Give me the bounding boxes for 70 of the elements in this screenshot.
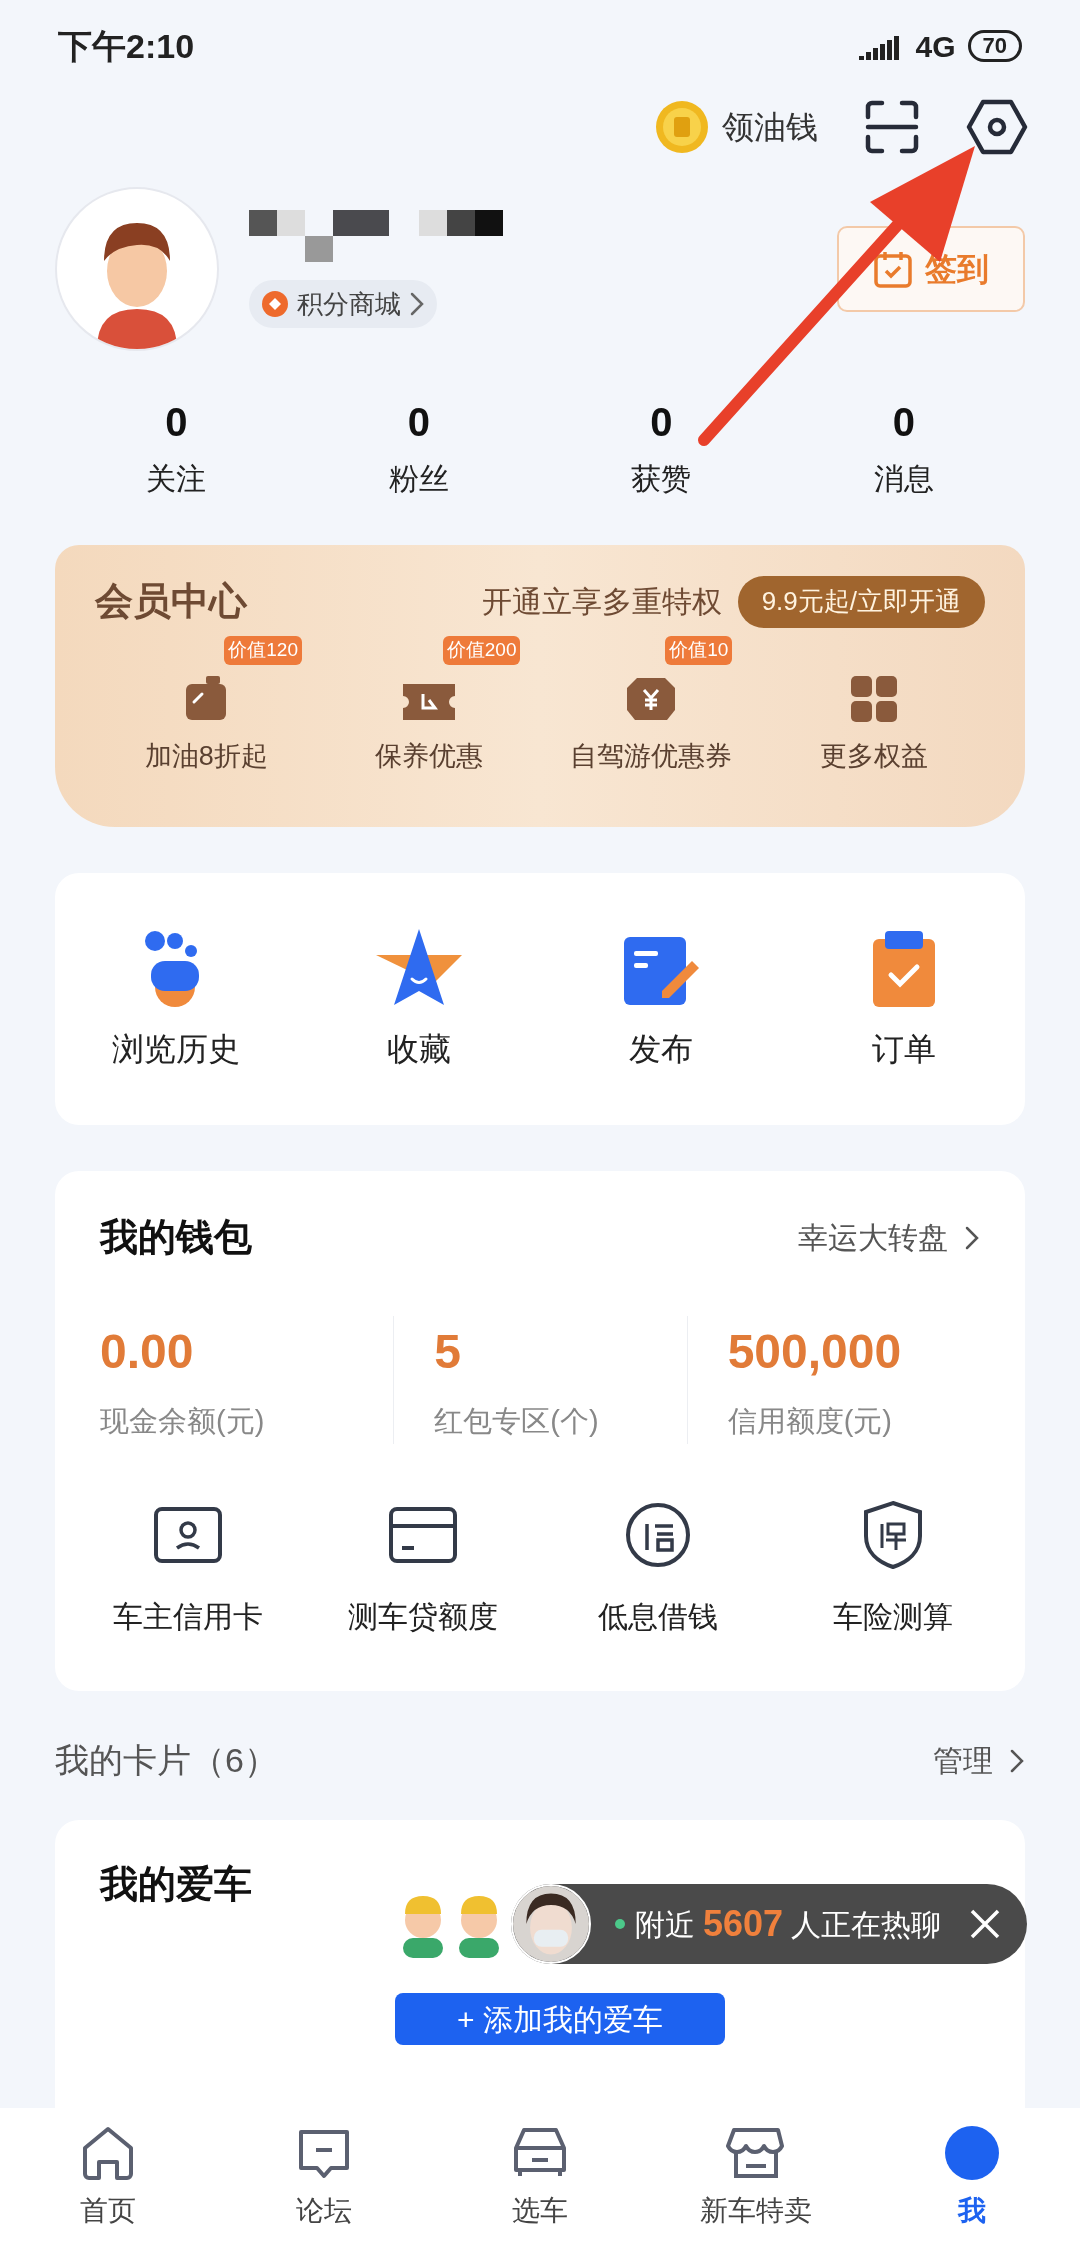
chevron-icon: [409, 291, 425, 317]
nav-tab[interactable]: 选车: [432, 2124, 648, 2232]
manage-link[interactable]: 管理: [933, 1738, 993, 1783]
profile-icon: [943, 2124, 1001, 2182]
nav-tab[interactable]: 新车特卖: [648, 2124, 864, 2232]
chevron-icon: [1009, 1747, 1025, 1774]
coin-icon: [654, 99, 710, 155]
credit-card-icon: [387, 1505, 458, 1564]
stat-label[interactable]: 获赞: [631, 456, 692, 501]
stat-label[interactable]: 消息: [873, 456, 934, 501]
service-label[interactable]: 车险测算: [832, 1593, 953, 1639]
perk-label[interactable]: 自驾游优惠券: [570, 736, 733, 777]
wallet-figure: 5: [434, 1324, 463, 1380]
close-icon[interactable]: [969, 1908, 1002, 1940]
nav-tab[interactable]: 我: [864, 2124, 1080, 2232]
id-card-icon: [152, 1505, 223, 1564]
nav-tab[interactable]: 论坛: [216, 2124, 432, 2232]
lucky-wheel-link[interactable]: 幸运大转盘: [798, 1215, 948, 1260]
ticker-suffix: 人正在热聊: [791, 1906, 942, 1943]
chevron-icon: [964, 1224, 980, 1251]
value-tag: 价值200: [442, 636, 521, 665]
stat-value: 0: [407, 399, 430, 446]
perk-label[interactable]: 保养优惠: [374, 736, 483, 777]
points-mall-pill[interactable]: 积分商城: [249, 280, 437, 328]
status-time: 下午2:10: [58, 25, 195, 67]
shortcut-label[interactable]: 收藏: [386, 1025, 451, 1073]
shortcut-label[interactable]: 发布: [629, 1025, 694, 1073]
ticker-count: 5607: [703, 1902, 784, 1946]
perk-label[interactable]: 加油8折起: [144, 736, 268, 777]
wallet-figure: 500,000: [727, 1324, 903, 1380]
my-car-title: 我的爱车: [100, 1863, 252, 1905]
shield-icon: [861, 1499, 924, 1570]
network-type: 4G: [915, 28, 956, 65]
value-tag: 价值120: [224, 636, 302, 665]
vip-title: 会员中心: [95, 579, 247, 624]
shortcut-label[interactable]: 浏览历史: [112, 1025, 241, 1073]
wallet-figure-label[interactable]: 信用额度(元): [727, 1400, 980, 1444]
points-mall-label: 积分商城: [297, 287, 401, 321]
wallet-figure-label[interactable]: 红包专区(个): [434, 1400, 687, 1444]
stat-label[interactable]: 关注: [146, 456, 207, 501]
stat-value: 0: [650, 399, 673, 446]
add-car-button[interactable]: + 添加我的爱车: [395, 1993, 725, 2045]
ticker-prefix: 附近: [635, 1906, 695, 1943]
coin-circle-icon: [624, 1501, 691, 1568]
service-label[interactable]: 测车贷额度: [347, 1593, 498, 1639]
stat-label[interactable]: 粉丝: [388, 456, 449, 501]
calendar-check-icon: [873, 249, 913, 289]
grid-icon: [848, 674, 899, 724]
vip-open-button[interactable]: 9.9元起/立即开通: [737, 575, 985, 628]
stat-value: 0: [165, 399, 188, 446]
wallet-figure: 0.00: [100, 1324, 195, 1380]
nav-tab[interactable]: 首页: [0, 2124, 216, 2232]
scan-icon[interactable]: [864, 99, 920, 155]
clipboard-check-icon: [870, 929, 937, 1009]
shortcut-label[interactable]: 订单: [871, 1025, 936, 1073]
wallet-figure-label[interactable]: 现金余额(元): [100, 1400, 394, 1444]
value-tag: 价值10: [665, 636, 733, 665]
battery-indicator: 70: [967, 30, 1022, 62]
diamond-coin-icon: [261, 290, 289, 318]
service-label[interactable]: 车主信用卡: [112, 1593, 263, 1639]
vip-card[interactable]: 会员中心 开通立享多重特权 9.9元起/立即开通 价值120 加油8折起 价值200 保养优惠 价值10 自驾游优惠券 更多权益: [55, 545, 1025, 827]
vip-slogan: 开通立享多重特权: [481, 584, 722, 620]
perk-label[interactable]: 更多权益: [819, 736, 928, 777]
chat-ticker[interactable]: 附近 5607 人正在热聊: [511, 1884, 1028, 1964]
cards-title: 我的卡片（6）: [55, 1740, 278, 1781]
service-label[interactable]: 低息借钱: [597, 1593, 718, 1639]
settings-icon[interactable]: [966, 99, 1028, 155]
wallet-title: 我的钱包: [100, 1215, 252, 1260]
stat-value: 0: [892, 399, 915, 446]
fuel-money-link[interactable]: 领油钱: [722, 103, 818, 151]
